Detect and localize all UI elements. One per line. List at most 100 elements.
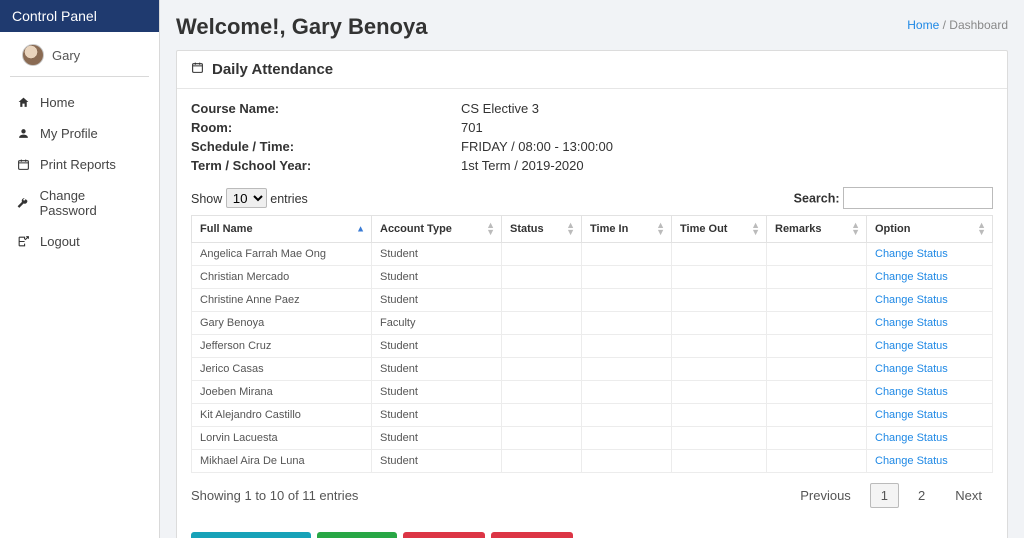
cell-status: [502, 381, 582, 404]
table-row: Jefferson CruzStudentChange Status: [192, 335, 993, 358]
sidebar-item-home[interactable]: Home: [12, 87, 147, 118]
change-status-link[interactable]: Change Status: [875, 248, 948, 260]
cell-remarks: [767, 312, 867, 335]
cell-fullname: Mikhael Aira De Luna: [192, 450, 372, 473]
cell-account-type: Student: [372, 427, 502, 450]
cell-fullname: Christine Anne Paez: [192, 289, 372, 312]
cell-time-out: [672, 243, 767, 266]
cell-remarks: [767, 450, 867, 473]
return-button-2[interactable]: Return: [491, 532, 573, 538]
col-time-out[interactable]: Time Out▲▼: [672, 216, 767, 243]
col-option[interactable]: Option▲▼: [867, 216, 993, 243]
value-room: 701: [461, 120, 993, 135]
cell-account-type: Student: [372, 404, 502, 427]
cell-time-out: [672, 427, 767, 450]
export-button[interactable]: Export: [317, 532, 398, 538]
cell-remarks: [767, 243, 867, 266]
col-account-type[interactable]: Account Type▲▼: [372, 216, 502, 243]
change-status-link[interactable]: Change Status: [875, 363, 948, 375]
change-status-link[interactable]: Change Status: [875, 294, 948, 306]
cell-time-in: [582, 266, 672, 289]
sort-icon: ▲▼: [566, 222, 575, 236]
print-preview-button[interactable]: Print Preview: [191, 532, 311, 538]
change-status-link[interactable]: Change Status: [875, 455, 948, 467]
sidebar-item-label: My Profile: [40, 126, 98, 141]
label-schedule: Schedule / Time:: [191, 139, 461, 154]
cell-status: [502, 427, 582, 450]
pager: Previous 1 2 Next: [789, 483, 993, 508]
cell-time-in: [582, 358, 672, 381]
cell-time-in: [582, 243, 672, 266]
user-block[interactable]: Gary: [10, 32, 149, 77]
sort-icon: ▲▼: [977, 222, 986, 236]
sidebar-item-logout[interactable]: Logout: [12, 226, 147, 257]
cell-remarks: [767, 358, 867, 381]
sort-icon: ▲▼: [656, 222, 665, 236]
label-course: Course Name:: [191, 101, 461, 116]
length-select[interactable]: 10: [226, 188, 267, 208]
sidebar-item-print-reports[interactable]: Print Reports: [12, 149, 147, 180]
cell-time-in: [582, 427, 672, 450]
panel-title: Daily Attendance: [212, 61, 333, 78]
cell-account-type: Student: [372, 243, 502, 266]
change-status-link[interactable]: Change Status: [875, 409, 948, 421]
col-time-in[interactable]: Time In▲▼: [582, 216, 672, 243]
col-remarks[interactable]: Remarks▲▼: [767, 216, 867, 243]
cell-account-type: Student: [372, 358, 502, 381]
cell-option: Change Status: [867, 450, 993, 473]
attendance-table: Full Name▲ Account Type▲▼ Status▲▼ Time …: [191, 215, 993, 473]
cell-time-out: [672, 289, 767, 312]
main-content: Welcome!, Gary Benoya Home / Dashboard D…: [160, 0, 1024, 538]
cell-time-out: [672, 381, 767, 404]
cell-option: Change Status: [867, 289, 993, 312]
return-button-1[interactable]: Return: [403, 532, 485, 538]
pager-page-1[interactable]: 1: [870, 483, 899, 508]
pager-next[interactable]: Next: [944, 483, 993, 508]
sort-icon: ▲▼: [851, 222, 860, 236]
cell-option: Change Status: [867, 312, 993, 335]
change-status-link[interactable]: Change Status: [875, 386, 948, 398]
length-suffix: entries: [270, 192, 308, 206]
length-control: Show 10 entries: [191, 188, 308, 208]
table-row: Mikhael Aira De LunaStudentChange Status: [192, 450, 993, 473]
pager-prev[interactable]: Previous: [789, 483, 862, 508]
sidebar-item-change-password[interactable]: Change Password: [12, 180, 147, 226]
col-status[interactable]: Status▲▼: [502, 216, 582, 243]
change-status-link[interactable]: Change Status: [875, 271, 948, 283]
cell-option: Change Status: [867, 427, 993, 450]
cell-remarks: [767, 381, 867, 404]
table-row: Joeben MiranaStudentChange Status: [192, 381, 993, 404]
course-info: Course Name: CS Elective 3 Room: 701 Sch…: [191, 101, 993, 173]
change-status-link[interactable]: Change Status: [875, 317, 948, 329]
panel-header: Daily Attendance: [177, 51, 1007, 89]
cell-fullname: Joeben Mirana: [192, 381, 372, 404]
cell-status: [502, 450, 582, 473]
cell-time-out: [672, 335, 767, 358]
cell-time-in: [582, 335, 672, 358]
search-input[interactable]: [843, 187, 993, 209]
cell-status: [502, 243, 582, 266]
search-control: Search:: [794, 187, 993, 209]
wrench-icon: [16, 197, 30, 210]
table-row: Christine Anne PaezStudentChange Status: [192, 289, 993, 312]
calendar-icon: [191, 61, 204, 78]
value-schedule: FRIDAY / 08:00 - 13:00:00: [461, 139, 993, 154]
cell-time-out: [672, 358, 767, 381]
cell-time-in: [582, 312, 672, 335]
sidebar-item-label: Home: [40, 95, 75, 110]
change-status-link[interactable]: Change Status: [875, 432, 948, 444]
col-fullname[interactable]: Full Name▲: [192, 216, 372, 243]
cell-option: Change Status: [867, 358, 993, 381]
table-info: Showing 1 to 10 of 11 entries: [191, 488, 358, 503]
breadcrumb-home[interactable]: Home: [907, 18, 939, 32]
home-icon: [16, 96, 30, 109]
cell-option: Change Status: [867, 243, 993, 266]
pager-page-2[interactable]: 2: [907, 483, 936, 508]
table-row: Jerico CasasStudentChange Status: [192, 358, 993, 381]
page-title: Welcome!, Gary Benoya: [176, 14, 427, 40]
change-status-link[interactable]: Change Status: [875, 340, 948, 352]
sidebar: Control Panel Gary Home My Profile Print…: [0, 0, 160, 538]
value-course: CS Elective 3: [461, 101, 993, 116]
cell-time-in: [582, 289, 672, 312]
sidebar-item-profile[interactable]: My Profile: [12, 118, 147, 149]
